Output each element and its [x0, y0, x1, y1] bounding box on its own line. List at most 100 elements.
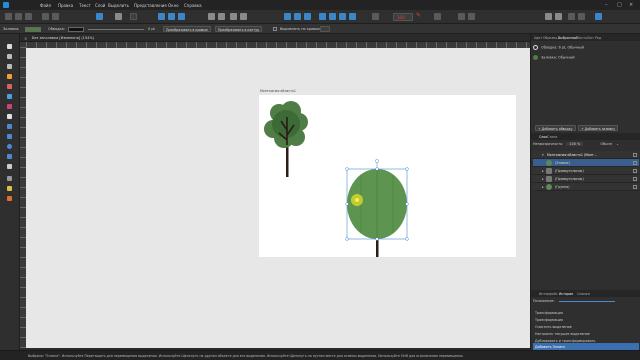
- layer-artboard[interactable]: ▾ Монтажная область1 (Монт...: [533, 151, 639, 159]
- expand-arrow-icon[interactable]: ▸: [542, 169, 544, 173]
- mode-icon[interactable]: [115, 13, 122, 20]
- distribute-icon[interactable]: [319, 13, 326, 20]
- align-center-icon[interactable]: [294, 13, 301, 20]
- menu-window[interactable]: Окно: [168, 3, 179, 8]
- corner-tool-icon[interactable]: [4, 62, 14, 70]
- layer-rectangle[interactable]: ▸ (Прямоугольник): [533, 167, 639, 175]
- align-left-icon[interactable]: [284, 13, 291, 20]
- close-tab-icon[interactable]: ×: [24, 36, 27, 41]
- assistant-icon[interactable]: [458, 13, 465, 20]
- layer-visibility-checkbox[interactable]: [633, 168, 637, 173]
- menu-select[interactable]: Выделить: [108, 3, 129, 8]
- tab-styles[interactable]: Стили: [547, 135, 557, 139]
- tree-group[interactable]: [264, 101, 308, 177]
- transparency-icon[interactable]: [568, 13, 575, 20]
- layer-visibility-checkbox[interactable]: [633, 176, 637, 181]
- arrange-back-icon[interactable]: [218, 13, 225, 20]
- pen-icon[interactable]: ✎: [416, 12, 421, 19]
- canvas[interactable]: Монтажная область1: [26, 48, 530, 348]
- minimize-icon[interactable]: –: [605, 2, 608, 8]
- persona-pixel-icon[interactable]: [15, 13, 22, 20]
- align-right-icon[interactable]: [304, 13, 311, 20]
- color-picker-icon[interactable]: [545, 13, 552, 20]
- expand-arrow-icon[interactable]: ▸: [542, 185, 544, 189]
- rotation-handle[interactable]: [375, 159, 379, 163]
- boolean-add-icon[interactable]: [158, 13, 165, 20]
- chevron-down-icon[interactable]: ⌄: [616, 142, 619, 146]
- boolean-subtract-icon[interactable]: [168, 13, 175, 20]
- resize-handle[interactable]: [345, 167, 349, 171]
- preview-icon[interactable]: [434, 13, 441, 20]
- convert-to-shape-button[interactable]: Преобразовать в контур: [215, 26, 263, 32]
- layer-visibility-checkbox[interactable]: [633, 184, 637, 189]
- layer-visibility-checkbox[interactable]: [633, 152, 637, 157]
- rotate-icon[interactable]: [349, 13, 356, 20]
- resize-handle[interactable]: [405, 167, 409, 171]
- stroke-width-slider[interactable]: [88, 28, 144, 30]
- resize-handle[interactable]: [375, 167, 379, 171]
- text-tool-icon[interactable]: [4, 162, 14, 170]
- ctx-more-button[interactable]: [320, 26, 330, 32]
- add-fill-button[interactable]: + Добавить заливку: [578, 125, 619, 131]
- stroke-swatch[interactable]: [68, 26, 84, 32]
- add-stroke-button[interactable]: + Добавить обводку: [535, 125, 576, 131]
- resize-handle[interactable]: [345, 237, 349, 241]
- tab-interface[interactable]: Интерфейс: [539, 292, 558, 296]
- close-icon[interactable]: ×: [629, 2, 633, 8]
- tab-edit[interactable]: Ред: [595, 36, 601, 40]
- convert-to-curves-button[interactable]: Преобразовать в кривые: [163, 26, 211, 32]
- tab-stroke[interactable]: Лин: [587, 36, 594, 40]
- zoom-field[interactable]: 100: [393, 13, 413, 21]
- resize-handle[interactable]: [405, 237, 409, 241]
- arrange-front-icon[interactable]: [208, 13, 215, 20]
- menu-text[interactable]: Текст: [79, 3, 91, 8]
- opacity-value[interactable]: 100 %: [566, 142, 584, 146]
- menu-view[interactable]: Представление: [134, 3, 167, 8]
- pencil-tool-icon[interactable]: [4, 82, 14, 90]
- tab-swatches[interactable]: Образец: [543, 36, 557, 40]
- blend-mode-select[interactable]: Обычн: [600, 142, 612, 146]
- tab-brushes[interactable]: Кисть: [577, 36, 587, 40]
- align-checkbox[interactable]: [273, 26, 277, 31]
- stroke-appearance-row[interactable]: Обводка: 6 pt, Обычный: [533, 45, 639, 53]
- pen-tool-icon[interactable]: [4, 72, 14, 80]
- tab-color[interactable]: Цвет: [534, 36, 542, 40]
- history-item[interactable]: Очистить выделение: [533, 323, 639, 330]
- insert-inside-icon[interactable]: [240, 13, 247, 20]
- history-item[interactable]: Настроить текущее выделение: [533, 330, 639, 337]
- hand-tool-icon[interactable]: [4, 194, 14, 202]
- history-item[interactable]: Трансформация: [533, 316, 639, 323]
- shape-tool-icon[interactable]: [4, 152, 14, 160]
- layer-visibility-checkbox[interactable]: [633, 160, 637, 165]
- boolean-intersect-icon[interactable]: [178, 13, 185, 20]
- resize-handle[interactable]: [345, 202, 349, 206]
- persona-export-icon[interactable]: [25, 13, 32, 20]
- fill-appearance-row[interactable]: Заливка: Обычный: [533, 55, 639, 63]
- view-icon[interactable]: [130, 13, 137, 20]
- history-item-current[interactable]: Добавить Эллипс: [533, 343, 639, 350]
- crop-tool-icon[interactable]: [4, 122, 14, 130]
- swatch-icon[interactable]: [555, 13, 562, 20]
- flip-horizontal-icon[interactable]: [329, 13, 336, 20]
- ellipse-tool-icon[interactable]: [4, 142, 14, 150]
- expand-arrow-icon[interactable]: ▾: [542, 153, 544, 157]
- view-mode-icon[interactable]: [468, 13, 475, 20]
- menu-help[interactable]: Справка: [184, 3, 202, 8]
- grid-icon[interactable]: [42, 13, 49, 20]
- menu-file[interactable]: Файл: [40, 3, 51, 8]
- persona-designer-icon[interactable]: [5, 13, 12, 20]
- fill-swatch[interactable]: [25, 26, 41, 32]
- node-tool-icon[interactable]: [4, 52, 14, 60]
- zoom-tool-icon[interactable]: [4, 174, 14, 182]
- tab-snapshots[interactable]: Снимки: [577, 292, 590, 296]
- maximize-icon[interactable]: □: [617, 2, 622, 8]
- resize-handle[interactable]: [405, 202, 409, 206]
- share-icon[interactable]: [52, 13, 59, 20]
- tab-appearance[interactable]: Выбранный: [558, 36, 577, 40]
- transparency-tool-icon[interactable]: [4, 112, 14, 120]
- snapping-icon[interactable]: [372, 13, 379, 20]
- brush-tool-icon[interactable]: [4, 92, 14, 100]
- history-item[interactable]: Трансформация: [533, 309, 639, 316]
- menu-edit[interactable]: Правка: [58, 3, 73, 8]
- insert-icon[interactable]: [230, 13, 237, 20]
